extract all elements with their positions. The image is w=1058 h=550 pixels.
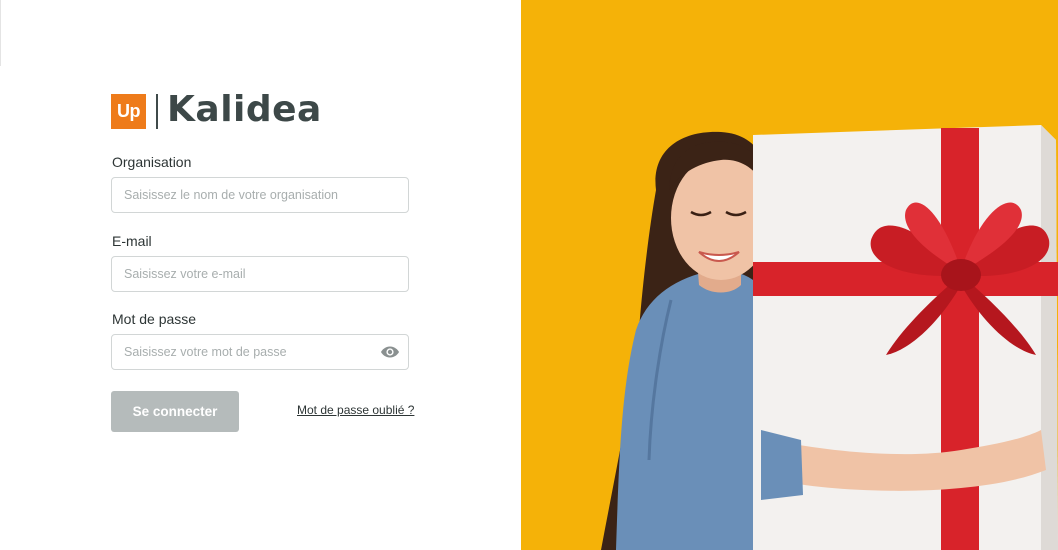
eye-icon[interactable] <box>380 344 400 360</box>
divider <box>0 0 1 66</box>
forgot-password-link[interactable]: Mot de passe oublié ? <box>297 403 414 417</box>
organisation-label: Organisation <box>112 154 192 170</box>
email-input[interactable] <box>112 257 374 291</box>
brand-name: Kalidea <box>167 89 322 130</box>
organisation-field <box>111 177 409 213</box>
sleeve-shape <box>761 430 803 500</box>
email-label: E-mail <box>112 233 152 249</box>
woman-hugging-gift-illustration <box>601 125 1058 550</box>
gift-box-side <box>1041 125 1058 550</box>
login-button[interactable]: Se connecter <box>111 391 239 432</box>
bow-knot <box>941 259 981 291</box>
kalidea-logo: Up Kalidea <box>111 89 322 130</box>
hero-image <box>521 0 1058 550</box>
login-panel: Up Kalidea Organisation E-mail Mot de pa… <box>0 0 521 550</box>
logo-separator <box>156 93 158 129</box>
email-field <box>111 256 409 292</box>
password-field <box>111 334 409 370</box>
organisation-input[interactable] <box>112 178 374 212</box>
password-input[interactable] <box>112 335 374 369</box>
up-logo-badge: Up <box>111 93 146 129</box>
login-page: Up Kalidea Organisation E-mail Mot de pa… <box>0 0 1058 550</box>
password-label: Mot de passe <box>112 311 197 327</box>
